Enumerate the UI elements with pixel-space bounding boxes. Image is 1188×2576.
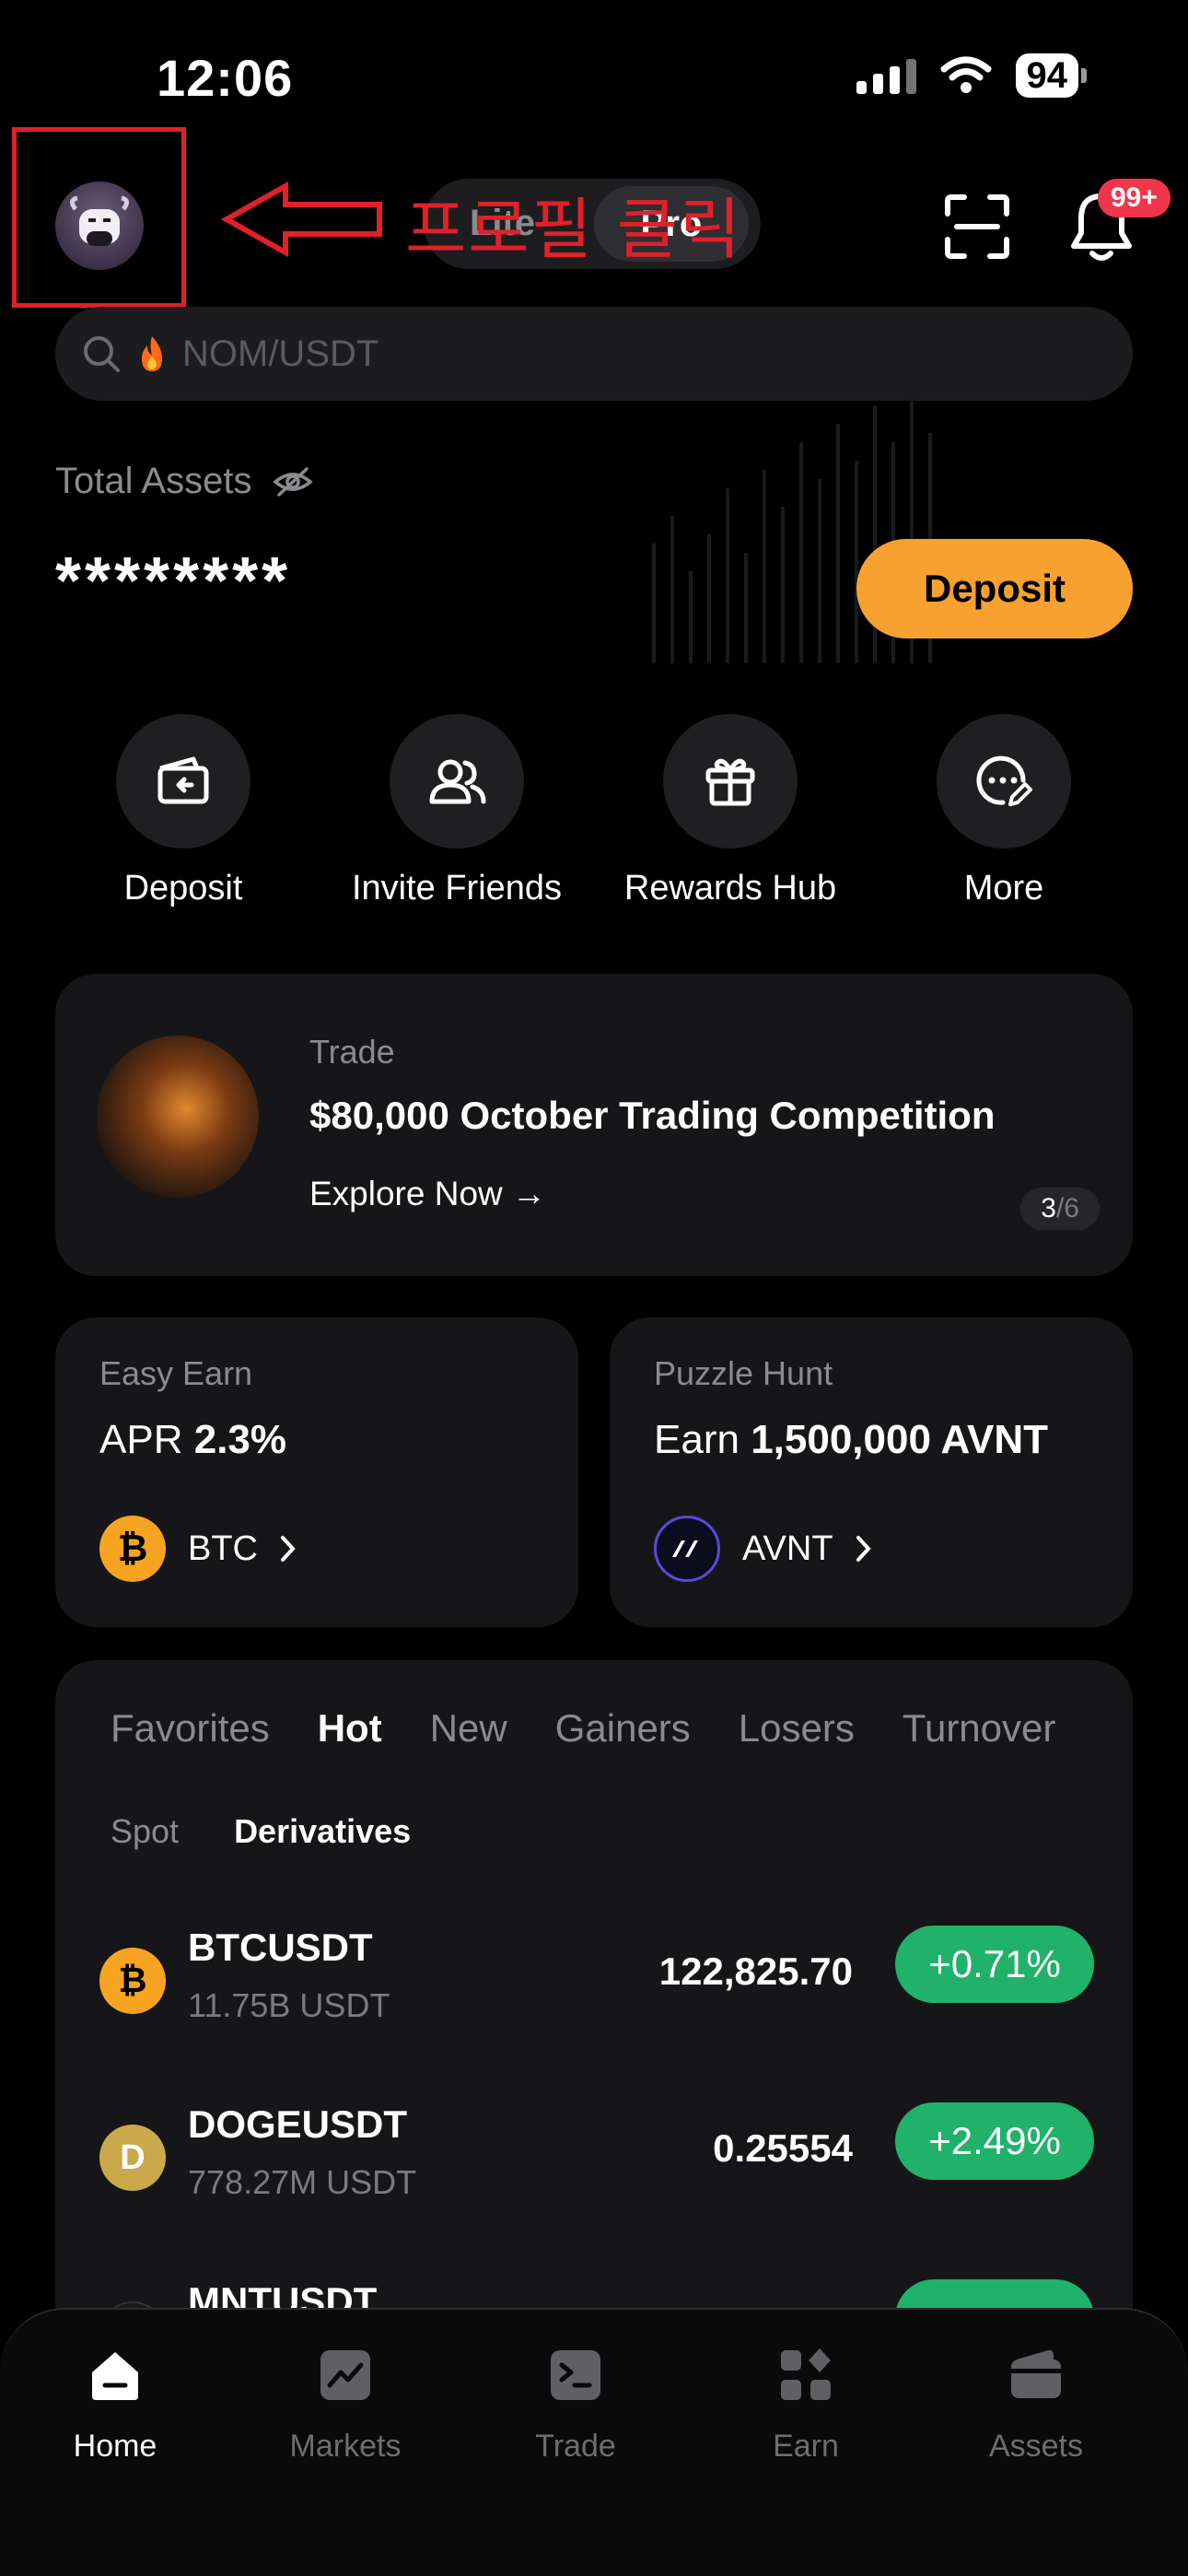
more-icon [976,755,1032,806]
puzzle-hunt-card[interactable]: Puzzle Hunt Earn 1,500,000 AVNT AVNT [610,1317,1133,1627]
deposit-button[interactable]: Deposit [856,539,1133,638]
tab-losers[interactable]: Losers [739,1706,855,1751]
wallet-icon [157,756,209,804]
nav-label: Trade [535,2429,616,2464]
btc-coin-icon: ₿ [99,1516,166,1582]
puzzle-hunt-coin[interactable]: AVNT [654,1516,872,1582]
puzzle-hunt-reward-value: 1,500,000 AVNT [751,1417,1049,1462]
earn-icon [781,2348,831,2400]
bottom-nav: Home Markets Trade Earn Assets [0,2308,1188,2576]
pager-total: /6 [1055,1193,1079,1224]
status-icons: 94 [856,53,1087,98]
row-change-badge[interactable]: +0.71% [895,1926,1094,2003]
annotation-highlight-box [12,127,186,308]
quick-action-rewards-hub[interactable]: Rewards Hub [592,714,868,908]
nav-label: Assets [988,2429,1084,2464]
quick-action-more[interactable]: More [866,714,1142,908]
market-subtabs: Spot Derivatives [111,1812,411,1851]
easy-earn-coin-label: BTC [188,1528,258,1568]
quick-action-label: Rewards Hub [623,869,837,907]
row-volume: 11.75B USDT [188,1986,390,2024]
status-time: 12:06 [157,49,294,107]
battery-icon: 94 [1015,53,1087,98]
quick-action-invite-friends[interactable]: Invite Friends [319,714,595,908]
quick-action-label: More [963,869,1044,907]
wifi-icon [940,56,991,93]
tab-turnover[interactable]: Turnover [903,1706,1056,1751]
pager-current: 3 [1041,1193,1056,1224]
nav-label: Home [73,2429,157,2464]
market-tabs: Favorites Hot New Gainers Losers Turnove… [111,1706,1055,1751]
easy-earn-apr: APR 2.3% [99,1417,287,1462]
nav-label: Earn [773,2429,839,2464]
chart-icon [320,2350,370,2400]
cellular-signal-icon [856,57,916,94]
table-row[interactable]: ₿ BTCUSDT 11.75B USDT 122,825.70 +0.71% [99,1926,1094,2055]
doge-coin-icon: D [99,2125,166,2191]
easy-earn-title: Easy Earn [99,1354,253,1392]
eye-hidden-icon[interactable] [272,465,314,498]
total-assets-label: Total Assets [55,461,314,502]
quick-action-label: Invite Friends [351,869,563,907]
subtab-spot[interactable]: Spot [111,1812,179,1851]
quick-action-label: Deposit [123,869,243,907]
row-price: 122,825.70 [658,1950,853,1993]
tab-favorites[interactable]: Favorites [111,1706,270,1751]
home-icon [92,2352,138,2400]
nav-home[interactable]: Home [23,2347,207,2465]
scan-icon[interactable] [944,193,1010,260]
total-assets-text: Total Assets [55,461,252,501]
annotation-arrow-icon [221,181,382,258]
tab-new[interactable]: New [430,1706,507,1751]
search-icon [84,336,120,372]
btc-coin-icon: ₿ [99,1948,166,2014]
users-icon [429,759,486,804]
easy-earn-card[interactable]: Easy Earn APR 2.3% ₿ BTC [55,1317,578,1627]
avnt-coin-icon [654,1516,720,1582]
tab-gainers[interactable]: Gainers [555,1706,691,1751]
row-volume: 778.27M USDT [188,2163,417,2201]
search-placeholder: NOM/USDT [182,333,379,374]
nav-earn[interactable]: Earn [714,2347,898,2465]
promo-title: $80,000 October Trading Competition [309,1094,996,1137]
nav-trade[interactable]: Trade [483,2347,668,2465]
promo-image [97,1036,259,1198]
easy-earn-apr-value: 2.3% [193,1417,287,1462]
row-change-badge[interactable]: +2.49% [895,2102,1094,2180]
trade-icon [551,2350,600,2400]
promo-category: Trade [309,1033,395,1071]
subtab-derivatives[interactable]: Derivatives [234,1812,411,1851]
battery-level: 94 [1015,53,1078,98]
promo-pager: 3/6 [1020,1188,1100,1230]
nav-markets[interactable]: Markets [253,2347,437,2465]
row-price: 0.25554 [713,2126,853,2170]
table-row[interactable]: D DOGEUSDT 778.27M USDT 0.25554 +2.49% [99,2102,1094,2231]
puzzle-hunt-reward: Earn 1,500,000 AVNT [654,1417,1049,1462]
quick-action-deposit[interactable]: Deposit [45,714,321,908]
easy-earn-coin[interactable]: ₿ BTC [99,1516,297,1582]
nav-label: Markets [289,2429,402,2464]
chevron-right-icon [856,1536,871,1562]
puzzle-hunt-title: Puzzle Hunt [654,1354,833,1392]
total-assets-value: ******** [55,544,292,618]
tab-hot[interactable]: Hot [318,1706,382,1751]
row-symbol: BTCUSDT [188,1926,373,1969]
notification-badge: 99+ [1098,179,1171,217]
gift-icon [705,758,755,806]
promo-explore-link[interactable]: Explore Now → [309,1175,546,1213]
annotation-text: 프로필 클릭 [405,191,743,268]
puzzle-hunt-coin-label: AVNT [742,1528,833,1568]
promo-banner[interactable]: Trade $80,000 October Trading Competitio… [55,974,1133,1276]
wallet-icon [1011,2349,1061,2398]
nav-assets[interactable]: Assets [944,2347,1128,2465]
chevron-right-icon [281,1536,296,1562]
fire-icon [142,336,162,371]
row-symbol: DOGEUSDT [188,2102,408,2146]
